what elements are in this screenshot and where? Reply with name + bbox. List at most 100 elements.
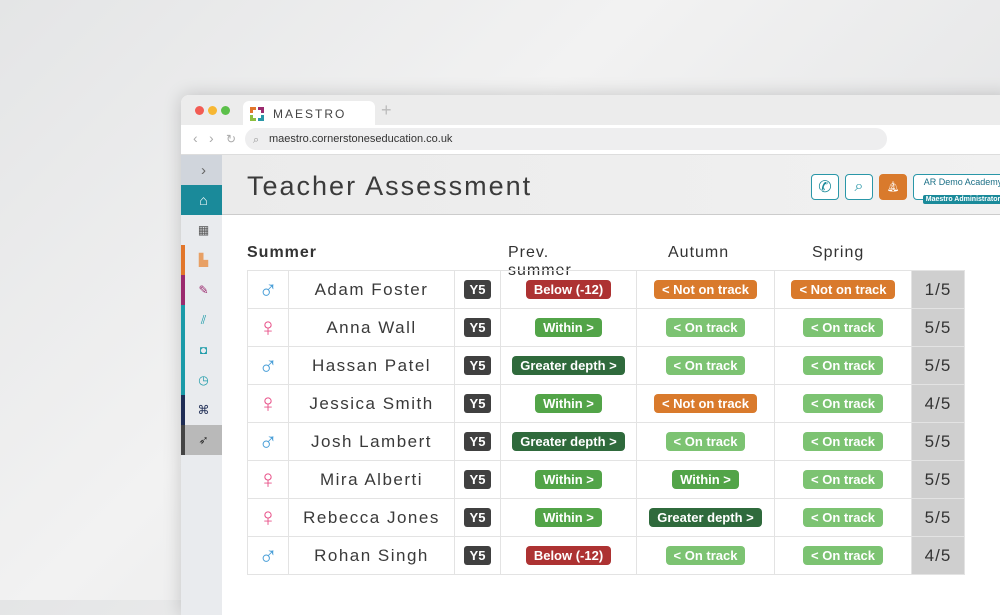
search-icon: ⌕ xyxy=(253,134,260,146)
spring-header: Spring xyxy=(812,244,865,261)
rocket-icon[interactable]: ➶ xyxy=(181,425,222,455)
student-name[interactable]: Rebecca Jones xyxy=(303,508,440,528)
table-row[interactable]: ♂ Adam Foster Y5 Below (-12) < Not on track <… xyxy=(248,271,965,309)
score: 4/5 xyxy=(912,537,965,574)
autumn-cell: Within > xyxy=(637,461,775,498)
table-row[interactable]: ♀ Anna Wall Y5 Within > < On track < On track… xyxy=(248,309,965,347)
browser-tab[interactable]: MAESTRO xyxy=(243,101,375,127)
close-window-button[interactable] xyxy=(195,106,204,115)
prev-assessment-badge[interactable]: Within > xyxy=(535,470,602,489)
female-icon: ♀ xyxy=(258,464,278,494)
spring-assessment-badge[interactable]: < On track xyxy=(803,508,883,527)
autumn-assessment-badge[interactable]: Within > xyxy=(672,470,739,489)
notifications-button[interactable]: 🔔︎ 4 xyxy=(879,174,907,200)
address-bar-row: ‹ › ↻ ⌕ maestro.cornerstoneseducation.co.… xyxy=(181,125,1000,155)
phone-button[interactable]: ✆ xyxy=(811,174,839,200)
expand-sidebar-button[interactable]: › xyxy=(181,155,222,185)
page-header: Teacher Assessment ✆ ⌕ 🔔︎ 4 AR Demo Acade… xyxy=(222,155,1000,215)
spring-assessment-badge[interactable]: < Not on track xyxy=(791,280,895,299)
score: 1/5 xyxy=(912,271,965,308)
minimize-window-button[interactable] xyxy=(208,106,217,115)
year-badge: Y5 xyxy=(463,508,492,527)
autumn-assessment-badge[interactable]: < On track xyxy=(665,318,746,337)
student-name[interactable]: Anna Wall xyxy=(326,318,416,338)
timer-icon[interactable]: ◷ xyxy=(181,365,222,395)
spring-assessment-badge[interactable]: < On track xyxy=(803,394,883,413)
name-cell: Josh Lambert xyxy=(289,423,455,460)
prev-assessment-badge[interactable]: Within > xyxy=(535,394,602,413)
table-row[interactable]: ♂ Josh Lambert Y5 Greater depth > < On track… xyxy=(248,423,965,461)
notification-count: 4 xyxy=(890,183,896,192)
prev-assessment-badge[interactable]: Greater depth > xyxy=(512,432,625,451)
spring-assessment-badge[interactable]: < On track xyxy=(803,546,883,565)
new-tab-button[interactable]: + xyxy=(381,100,392,121)
sidebar: › ⌂ ▦ ▙ ✎ ⫽ ◘ ◷ ⌘ ➶ xyxy=(181,155,222,615)
role-badge: Maestro Administrator xyxy=(922,195,1000,204)
student-name[interactable]: Rohan Singh xyxy=(314,546,429,566)
autumn-assessment-badge[interactable]: < On track xyxy=(665,432,746,451)
male-icon: ♂ xyxy=(258,426,278,456)
network-icon[interactable]: ⌘ xyxy=(181,395,222,425)
back-icon[interactable]: ‹ xyxy=(193,130,198,146)
autumn-assessment-badge[interactable]: < On track xyxy=(665,546,746,565)
prev-assessment-badge[interactable]: Below (-12) xyxy=(525,280,612,299)
spring-cell: < On track xyxy=(775,385,912,422)
url-input[interactable]: ⌕ maestro.cornerstoneseducation.co.uk xyxy=(245,128,887,150)
autumn-cell: < On track xyxy=(637,423,775,460)
forward-icon[interactable]: › xyxy=(209,130,214,146)
account-button[interactable]: AR Demo Academy Maestro Administrator xyxy=(913,174,1000,204)
female-icon: ♀ xyxy=(258,502,278,532)
prev-cell: Below (-12) xyxy=(501,537,637,574)
name-cell: Anna Wall xyxy=(289,309,455,346)
year-badge: Y5 xyxy=(463,356,492,375)
year-badge: Y5 xyxy=(463,470,492,489)
prev-assessment-badge[interactable]: Within > xyxy=(535,318,602,337)
gender-cell: ♂ xyxy=(248,423,289,460)
spring-assessment-badge[interactable]: < On track xyxy=(803,356,883,375)
spring-cell: < On track xyxy=(775,499,912,536)
autumn-cell: < On track xyxy=(637,309,775,346)
prev-assessment-badge[interactable]: Below (-12) xyxy=(525,546,612,565)
term-header: Summer xyxy=(247,244,318,261)
spring-assessment-badge[interactable]: < On track xyxy=(803,318,883,337)
table-row[interactable]: ♂ Hassan Patel Y5 Greater depth > < On track… xyxy=(248,347,965,385)
table-row[interactable]: ♀ Jessica Smith Y5 Within > < Not on track < … xyxy=(248,385,965,423)
spring-cell: < Not on track xyxy=(775,271,912,308)
home-icon[interactable]: ⌂ xyxy=(181,185,222,215)
name-cell: Rebecca Jones xyxy=(289,499,455,536)
prev-cell: Within > xyxy=(501,309,637,346)
table-row[interactable]: ♀ Rebecca Jones Y5 Within > Greater depth > <… xyxy=(248,499,965,537)
year-badge: Y5 xyxy=(463,546,492,565)
autumn-cell: < On track xyxy=(637,537,775,574)
student-name[interactable]: Mira Alberti xyxy=(320,470,423,490)
reload-icon[interactable]: ↻ xyxy=(226,132,236,146)
table-row[interactable]: ♂ Rohan Singh Y5 Below (-12) < On track < On … xyxy=(248,537,965,575)
spring-assessment-badge[interactable]: < On track xyxy=(803,470,883,489)
spring-cell: < On track xyxy=(775,537,912,574)
edit-icon[interactable]: ✎ xyxy=(181,275,222,305)
chart-icon[interactable]: ⫽ xyxy=(181,305,222,335)
search-button[interactable]: ⌕ xyxy=(845,174,873,200)
student-name[interactable]: Adam Foster xyxy=(315,280,429,300)
calendar-icon[interactable]: ▦ xyxy=(181,215,222,245)
tab-title: MAESTRO xyxy=(273,107,347,121)
autumn-assessment-badge[interactable]: < On track xyxy=(665,356,746,375)
maximize-window-button[interactable] xyxy=(221,106,230,115)
prev-assessment-badge[interactable]: Greater depth > xyxy=(512,356,625,375)
lightbulb-icon[interactable]: ◘ xyxy=(181,335,222,365)
spring-assessment-badge[interactable]: < On track xyxy=(803,432,883,451)
gender-cell: ♂ xyxy=(248,347,289,384)
student-name[interactable]: Hassan Patel xyxy=(312,356,431,376)
prev-assessment-badge[interactable]: Within > xyxy=(535,508,602,527)
student-name[interactable]: Josh Lambert xyxy=(311,432,432,452)
score: 5/5 xyxy=(912,423,965,460)
student-name[interactable]: Jessica Smith xyxy=(309,394,433,414)
name-cell: Jessica Smith xyxy=(289,385,455,422)
table-row[interactable]: ♀ Mira Alberti Y5 Within > Within > < On trac… xyxy=(248,461,965,499)
year-cell: Y5 xyxy=(455,385,501,422)
prev-cell: Greater depth > xyxy=(501,423,637,460)
autumn-assessment-badge[interactable]: < Not on track xyxy=(653,280,758,299)
school-icon[interactable]: ▙ xyxy=(181,245,222,275)
autumn-assessment-badge[interactable]: Greater depth > xyxy=(649,508,762,527)
autumn-assessment-badge[interactable]: < Not on track xyxy=(653,394,758,413)
